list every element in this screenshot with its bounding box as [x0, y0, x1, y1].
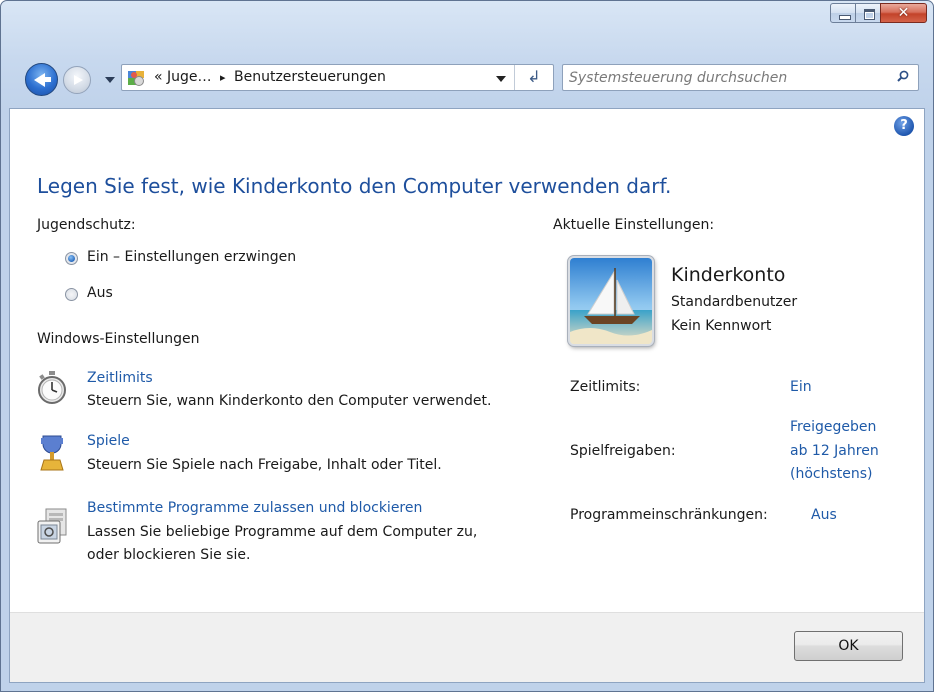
time-limits-status-value[interactable]: Ein: [790, 379, 812, 395]
maximize-icon: [864, 9, 875, 20]
trophy-icon: [40, 435, 64, 471]
maximize-button[interactable]: [855, 3, 881, 23]
parental-controls-label: Jugendschutz:: [37, 217, 136, 233]
radio-on-label[interactable]: Ein – Einstellungen erzwingen: [87, 249, 296, 265]
search-icon[interactable]: [897, 70, 909, 82]
stopwatch-icon: [38, 371, 66, 404]
time-limits-description: Steuern Sie, wann Kinderkonto den Comput…: [87, 393, 492, 409]
windows-settings-label: Windows-Einstellungen: [37, 331, 200, 347]
game-ratings-label: Spielfreigaben:: [570, 443, 676, 459]
programs-description-line2: oder blockieren Sie sie.: [87, 547, 251, 563]
control-panel-window: ✕ « Juge… ▸ Benutzersteuerungen ↲ ? Lege: [0, 0, 934, 692]
radio-on[interactable]: [65, 252, 78, 265]
breadcrumb-current[interactable]: Benutzersteuerungen: [234, 69, 386, 85]
games-link[interactable]: Spiele: [87, 433, 130, 449]
forward-arrow-icon[interactable]: [63, 66, 91, 94]
caption-buttons: ✕: [830, 3, 927, 23]
help-icon[interactable]: ?: [894, 116, 914, 136]
recent-pages-dropdown[interactable]: [105, 77, 115, 83]
account-type: Standardbenutzer: [671, 294, 798, 310]
footer-bar: [10, 612, 924, 682]
refresh-icon[interactable]: ↲: [514, 65, 553, 90]
address-bar[interactable]: « Juge… ▸ Benutzersteuerungen ↲: [121, 64, 554, 91]
time-limits-status-label: Zeitlimits:: [570, 379, 641, 395]
address-dropdown-icon[interactable]: [496, 76, 506, 82]
close-button[interactable]: ✕: [880, 3, 927, 23]
search-box[interactable]: [562, 64, 919, 91]
game-ratings-value-line3[interactable]: (höchstens): [790, 466, 873, 482]
minimize-icon: [839, 15, 851, 20]
breadcrumb-parent[interactable]: Juge…: [167, 69, 212, 85]
game-ratings-value-line2[interactable]: ab 12 Jahren: [790, 443, 879, 459]
time-limits-link[interactable]: Zeitlimits: [87, 370, 153, 386]
back-arrow-icon[interactable]: [25, 63, 58, 96]
ok-button[interactable]: OK: [794, 631, 903, 661]
programs-link[interactable]: Bestimmte Programme zulassen und blockie…: [87, 500, 422, 516]
avatar: [568, 256, 654, 346]
radio-off[interactable]: [65, 288, 78, 301]
breadcrumb-prefix[interactable]: «: [154, 69, 163, 85]
account-name: Kinderkonto: [671, 264, 786, 286]
program-restrictions-value[interactable]: Aus: [811, 507, 837, 523]
minimize-button[interactable]: [830, 3, 856, 23]
radio-off-label[interactable]: Aus: [87, 285, 113, 301]
program-restrictions-label: Programmeinschränkungen:: [570, 507, 768, 523]
games-description: Steuern Sie Spiele nach Freigabe, Inhalt…: [87, 457, 442, 473]
close-icon: ✕: [897, 5, 910, 21]
programs-description-line1: Lassen Sie beliebige Programme auf dem C…: [87, 524, 478, 540]
password-status: Kein Kennwort: [671, 318, 772, 334]
control-panel-icon: [128, 71, 144, 86]
breadcrumb-separator[interactable]: ▸: [220, 71, 226, 84]
page-title: Legen Sie fest, wie Kinderkonto den Comp…: [37, 174, 672, 198]
search-input[interactable]: [569, 68, 879, 87]
program-block-icon: [37, 508, 67, 544]
current-settings-heading: Aktuelle Einstellungen:: [553, 217, 715, 233]
game-ratings-value-line1[interactable]: Freigegeben: [790, 419, 876, 435]
breadcrumb: « Juge… ▸ Benutzersteuerungen: [154, 69, 386, 85]
sailboat-picture: [570, 258, 652, 344]
